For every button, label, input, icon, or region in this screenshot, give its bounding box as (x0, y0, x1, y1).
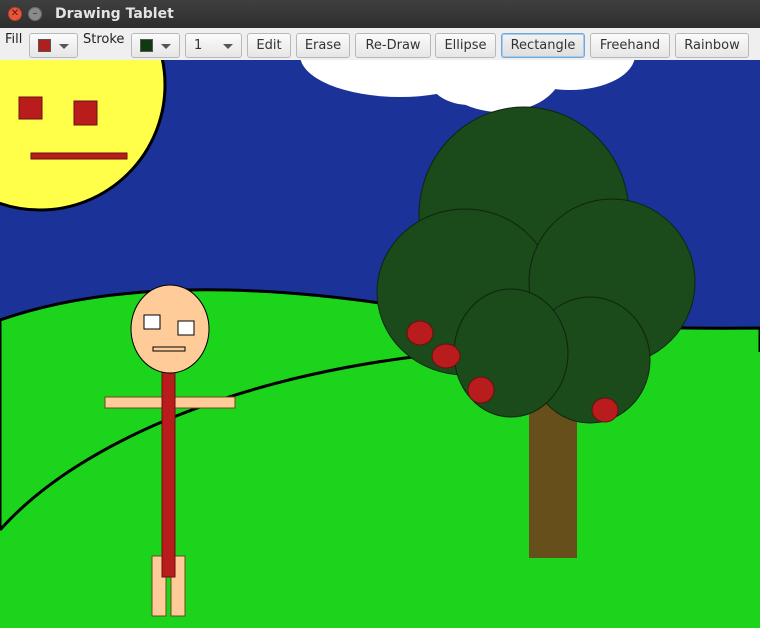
toolbar: Fill Stroke 1 Edit Erase Re-Draw Ellipse… (0, 28, 760, 61)
title-bar: ✕ – Drawing Tablet (0, 0, 760, 28)
apple (467, 376, 495, 404)
stroke-color-combo[interactable] (131, 33, 180, 58)
stroke-width-combo[interactable]: 1 (185, 33, 242, 58)
edit-button[interactable]: Edit (247, 33, 291, 58)
fill-label: Fill (5, 32, 23, 47)
window-title: Drawing Tablet (55, 6, 174, 22)
apple (406, 320, 434, 346)
sun-right-eye (73, 100, 98, 126)
fill-color-swatch (38, 39, 51, 52)
right-eye (177, 320, 195, 336)
freehand-button[interactable]: Freehand (590, 33, 670, 58)
stroke-width-value: 1 (194, 38, 203, 53)
sun-mouth (30, 152, 128, 160)
redraw-button[interactable]: Re-Draw (355, 33, 431, 58)
close-icon[interactable]: ✕ (8, 7, 22, 21)
drawing-canvas[interactable] (0, 60, 760, 628)
sun-left-eye (18, 96, 43, 120)
head (130, 284, 210, 374)
minimize-icon[interactable]: – (28, 7, 42, 21)
rectangle-button[interactable]: Rectangle (501, 33, 585, 58)
stroke-color-swatch (140, 39, 153, 52)
chevron-down-icon (59, 44, 69, 49)
stroke-label: Stroke (83, 32, 125, 47)
apple (431, 343, 461, 369)
ellipse-button[interactable]: Ellipse (435, 33, 496, 58)
torso (161, 371, 176, 578)
erase-button[interactable]: Erase (296, 33, 350, 58)
left-eye (143, 314, 161, 330)
apple (591, 397, 619, 423)
drawing-tablet-window: ✕ – Drawing Tablet Fill Stroke 1 Edit Er… (0, 0, 760, 628)
fill-color-combo[interactable] (29, 33, 78, 58)
chevron-down-icon (223, 44, 233, 49)
chevron-down-icon (161, 44, 171, 49)
rainbow-button[interactable]: Rainbow (675, 33, 749, 58)
